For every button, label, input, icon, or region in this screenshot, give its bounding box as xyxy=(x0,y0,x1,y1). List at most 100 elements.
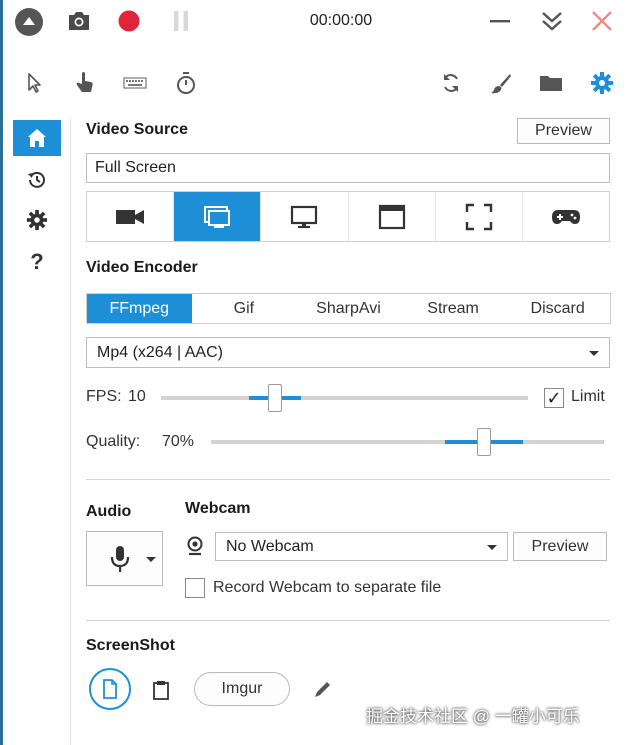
video-source-title: Video Source xyxy=(86,121,188,138)
webcam-dropdown[interactable]: No Webcam xyxy=(215,532,508,561)
imgur-button[interactable]: Imgur xyxy=(194,672,290,706)
region-icon xyxy=(465,203,492,230)
codec-value: Mp4 (x264 | AAC) xyxy=(97,343,223,361)
screenshot-clipboard-button[interactable] xyxy=(147,676,175,704)
folder-icon xyxy=(540,76,562,91)
video-source-preview-button[interactable]: Preview xyxy=(517,118,610,144)
chevron-down-icon xyxy=(146,556,156,562)
screenshot-title: ScreenShot xyxy=(86,637,175,654)
separate-file-label: Record Webcam to separate file xyxy=(213,579,442,596)
pause-button[interactable] xyxy=(168,8,194,34)
encoder-tab-sharpavi[interactable]: SharpAvi xyxy=(296,294,401,323)
monitor-icon xyxy=(291,205,318,228)
sidebar-item-settings[interactable] xyxy=(13,202,61,238)
fps-slider-track[interactable] xyxy=(161,396,528,400)
source-option-region[interactable] xyxy=(436,192,523,241)
video-camera-icon xyxy=(116,209,145,224)
audio-source-button[interactable] xyxy=(86,531,163,586)
keyboard-icon xyxy=(123,77,147,89)
encoder-tab-stream[interactable]: Stream xyxy=(401,294,506,323)
sidebar-item-home[interactable] xyxy=(13,120,61,156)
record-button[interactable] xyxy=(116,8,142,34)
gamepad-icon xyxy=(551,209,580,224)
checkmark-icon: ✓ xyxy=(546,388,562,408)
camera-icon xyxy=(69,12,89,30)
clicks-toggle[interactable] xyxy=(72,70,98,96)
clipboard-icon xyxy=(153,681,169,700)
keystrokes-toggle[interactable] xyxy=(122,70,148,96)
collapse-button[interactable] xyxy=(14,7,44,37)
video-encoder-title: Video Encoder xyxy=(86,259,198,276)
quality-value: 70% xyxy=(162,433,195,450)
pencil-icon xyxy=(315,682,330,697)
timer-toggle[interactable] xyxy=(173,70,199,96)
webcam-icon xyxy=(187,536,203,556)
chevron-down-icon xyxy=(589,350,599,356)
eject-circle-icon xyxy=(15,8,43,36)
minimize-to-tray-button[interactable] xyxy=(538,8,566,34)
output-folder-button[interactable] xyxy=(538,70,564,96)
fps-slider-thumb[interactable] xyxy=(268,384,282,412)
stopwatch-icon xyxy=(177,72,195,94)
encoder-tab-gif[interactable]: Gif xyxy=(192,294,297,323)
webcam-title: Webcam xyxy=(185,500,251,517)
codec-dropdown[interactable]: Mp4 (x264 | AAC) xyxy=(86,337,610,368)
audio-title: Audio xyxy=(86,503,132,520)
limit-checkbox[interactable]: ✓ xyxy=(544,388,564,408)
screen-icon xyxy=(204,205,231,228)
fps-label: FPS: xyxy=(86,388,122,405)
draw-button[interactable] xyxy=(488,70,514,96)
close-button[interactable] xyxy=(588,8,616,34)
hand-icon xyxy=(76,72,93,92)
close-icon xyxy=(592,11,612,31)
refresh-icon xyxy=(444,74,458,92)
source-option-screen[interactable] xyxy=(174,192,262,241)
webcam-value: No Webcam xyxy=(226,537,314,555)
brush-icon xyxy=(491,74,511,94)
section-divider xyxy=(86,479,610,480)
recording-timer: 00:00:00 xyxy=(309,12,373,29)
separate-file-checkbox[interactable] xyxy=(185,578,205,598)
encoder-tabs: FFmpeg Gif SharpAvi Stream Discard xyxy=(86,293,611,324)
window-icon xyxy=(378,204,405,229)
source-option-game[interactable] xyxy=(523,192,609,241)
window-left-border xyxy=(0,0,3,745)
home-icon xyxy=(28,129,46,147)
encoder-tab-ffmpeg[interactable]: FFmpeg xyxy=(87,294,192,323)
sidebar-item-help[interactable]: ? xyxy=(13,244,61,280)
sidebar-item-history[interactable] xyxy=(13,162,61,198)
sidebar-divider xyxy=(70,118,71,745)
fps-value: 10 xyxy=(128,388,146,405)
screenshot-save-to-disk-button[interactable] xyxy=(89,668,131,710)
settings-gear-icon xyxy=(591,72,613,94)
video-source-field[interactable]: Full Screen xyxy=(86,153,610,183)
double-chevron-down-icon xyxy=(542,12,562,31)
minimize-icon xyxy=(490,20,510,23)
record-icon xyxy=(118,10,140,32)
minimize-button[interactable] xyxy=(486,8,514,34)
encoder-tab-discard[interactable]: Discard xyxy=(505,294,610,323)
source-option-camera[interactable] xyxy=(87,192,175,241)
quality-slider-thumb[interactable] xyxy=(477,428,491,456)
microphone-icon xyxy=(110,545,129,572)
quality-slider-track[interactable] xyxy=(211,440,604,444)
webcam-preview-button[interactable]: Preview xyxy=(513,532,607,561)
chevron-down-icon xyxy=(487,544,497,550)
settings-icon xyxy=(26,209,48,231)
settings-button[interactable] xyxy=(589,70,615,96)
cursor-toggle[interactable] xyxy=(21,70,47,96)
pause-icon xyxy=(174,11,188,31)
history-icon xyxy=(28,171,45,188)
watermark-text: 掘金技术社区 @ 一罐小可乐 xyxy=(366,707,580,726)
refresh-button[interactable] xyxy=(438,70,464,96)
source-option-monitor[interactable] xyxy=(261,192,349,241)
video-source-selector xyxy=(86,191,610,242)
file-icon xyxy=(103,679,117,699)
screenshot-editor-button[interactable] xyxy=(310,676,336,702)
source-option-window[interactable] xyxy=(349,192,436,241)
section-divider xyxy=(86,620,610,621)
help-icon: ? xyxy=(30,249,44,274)
screenshot-button[interactable] xyxy=(66,8,92,34)
quality-label: Quality: xyxy=(86,433,141,450)
limit-label: Limit xyxy=(571,388,605,405)
